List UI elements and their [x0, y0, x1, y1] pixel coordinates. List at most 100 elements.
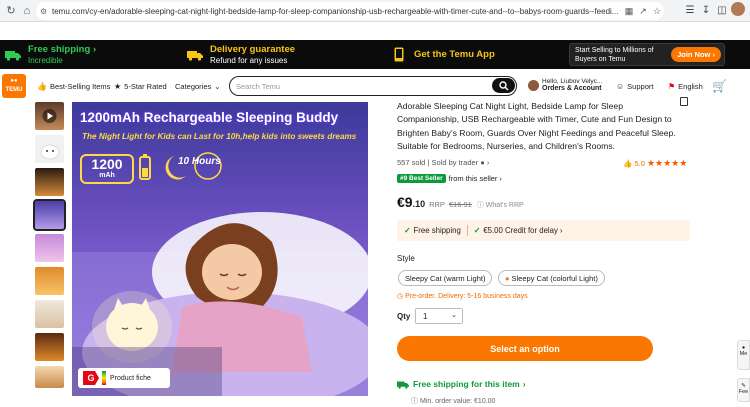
search-button[interactable] — [492, 78, 515, 93]
download-icon[interactable]: ↧ — [698, 5, 714, 16]
select-option-label: Select an option — [490, 343, 560, 354]
rating-summary[interactable]: 👍 5.0 ★★★★★ — [623, 158, 687, 169]
thumbnail-video[interactable] — [35, 102, 64, 130]
delivery-title: Delivery guarantee — [210, 43, 296, 55]
sold-count: 557 sold — [397, 158, 426, 167]
profile-avatar[interactable] — [730, 2, 746, 19]
whats-rrp-link[interactable]: What's RRP — [486, 202, 524, 209]
reload-icon[interactable]: ↻ — [3, 4, 19, 17]
select-option-button[interactable]: Select an option — [397, 336, 653, 361]
share-icon[interactable] — [680, 97, 688, 106]
cart-icon[interactable]: 🛒 — [712, 78, 727, 94]
price-main: €9 — [397, 194, 413, 210]
main-product-image[interactable]: 1200mAh Rechargeable Sleeping Buddy The … — [72, 102, 368, 396]
flame-icon: ● — [505, 273, 510, 283]
site-info-icon[interactable]: ⚙ — [40, 7, 52, 16]
rating-value: 5.0 — [634, 159, 645, 168]
rating-stars-icon: ★★★★★ — [646, 158, 688, 168]
info-icon[interactable]: ⓘ — [477, 202, 484, 209]
clock-icon: ◷ — [397, 293, 404, 300]
energy-label-fiche[interactable]: G Product fiche — [78, 368, 170, 388]
thumbnail-image-selected[interactable] — [33, 199, 66, 231]
free-shipping-item-label: Free shipping for this item — [413, 379, 520, 389]
thumbnail-image[interactable] — [35, 366, 64, 388]
thumb-up-icon: 👍 — [623, 159, 633, 168]
price-row: €9 .10 RRP €16.91 ⓘ What's RRP — [397, 194, 524, 210]
join-now-button[interactable]: Join Now › — [671, 47, 721, 62]
thumbnail-image[interactable] — [35, 333, 64, 361]
free-shipping-sub: Incredible — [28, 55, 63, 65]
chevron-right-icon: › — [522, 379, 526, 389]
home-icon[interactable]: ⌂ — [19, 5, 35, 17]
promo-bar: Free shipping › Incredible Delivery guar… — [0, 40, 750, 69]
side-tool-label: Me — [739, 351, 748, 357]
best-seller-badge: #9 Best Seller — [397, 174, 446, 183]
nav-best-selling[interactable]: 👍 Best-Selling Items — [37, 78, 110, 94]
quantity-select[interactable]: 1 ⌄ — [415, 308, 463, 324]
language-selector[interactable]: ⚑ English — [668, 78, 703, 94]
hours-badge: 10 Hours — [164, 152, 234, 180]
thumbnail-image[interactable] — [35, 234, 64, 262]
side-feedback-button[interactable]: ✎ Fee — [737, 378, 750, 402]
search-bar[interactable]: Search Temu — [229, 76, 517, 96]
divider — [466, 225, 468, 236]
check-icon: ✓ — [404, 226, 411, 235]
temu-logo[interactable]: ●● TEMU — [2, 74, 26, 98]
extensions-icon[interactable]: ☰ — [682, 5, 698, 16]
thumb-up-icon: 👍 — [37, 81, 47, 91]
thumbnail-list — [33, 102, 66, 393]
translate-icon[interactable]: ▦ — [622, 6, 636, 17]
style-option-colorful[interactable]: ● Sleepy Cat (colorful Light) — [498, 270, 605, 286]
orders-account-label: Orders & Account — [542, 85, 602, 92]
thumbnail-image[interactable] — [35, 300, 64, 328]
thumbnail-image[interactable] — [35, 168, 64, 196]
free-shipping-item-link[interactable]: Free shipping for this item › — [397, 379, 526, 389]
style-option-warm[interactable]: Sleepy Cat (warm Light) — [398, 270, 493, 286]
nav-five-star[interactable]: ★ 5-Star Rated — [114, 78, 167, 94]
share-icon[interactable]: ↗ — [636, 6, 650, 17]
best-seller-row[interactable]: #9 Best Seller from this seller › — [397, 174, 502, 183]
promo-get-app[interactable]: Get the Temu App — [390, 40, 495, 69]
language-label: English — [678, 81, 703, 91]
address-bar[interactable]: ⚙ temu.com/cy-en/adorable-sleeping-cat-n… — [36, 2, 664, 20]
nav-best-selling-label: Best-Selling Items — [49, 81, 111, 91]
image-subheadline: The Night Light for Kids can Last for 10… — [82, 132, 357, 141]
chevron-right-icon: › — [499, 174, 502, 183]
best-seller-text: from this seller — [448, 174, 498, 183]
account-menu[interactable]: Hello, Liubov Velyc... Orders & Account — [528, 78, 602, 92]
shipping-benefits[interactable]: ✓ Free shipping ✓ €5.00 Credit for delay… — [397, 220, 690, 241]
sold-info: 557 sold | Sold by trader ● › — [397, 158, 490, 167]
free-shipping-label: Free shipping — [413, 226, 461, 235]
style-label: Style — [397, 254, 415, 263]
search-icon — [498, 80, 508, 90]
sold-by-link[interactable]: Sold by trader — [432, 158, 479, 167]
free-shipping-title: Free shipping — [28, 43, 91, 55]
nav-five-star-label: 5-Star Rated — [124, 81, 167, 91]
style-option-label: Sleepy Cat (colorful Light) — [511, 273, 598, 283]
join-now-label: Join Now — [677, 50, 711, 59]
phone-icon — [390, 47, 408, 63]
nav-categories[interactable]: Categories ⌄ — [175, 78, 221, 94]
promo-free-shipping[interactable]: Free shipping › Incredible — [4, 40, 96, 69]
promo-delivery-guarantee[interactable]: Delivery guarantee Refund for any issues — [186, 40, 295, 69]
split-view-icon[interactable]: ◫ — [714, 5, 730, 16]
thumbnail-image[interactable] — [35, 267, 64, 295]
user-avatar — [528, 79, 539, 91]
truck-icon — [397, 381, 409, 389]
flag-icon: ⚑ — [668, 81, 676, 91]
energy-class-arrow: G — [83, 371, 99, 385]
info-icon: ⓘ — [411, 398, 418, 405]
chevron-right-icon: › — [486, 158, 490, 167]
search-input[interactable]: Search Temu — [236, 82, 280, 91]
bookmark-star-icon[interactable]: ☆ — [650, 6, 664, 17]
browser-toolbar: ↻ ⌂ ⚙ temu.com/cy-en/adorable-sleeping-c… — [0, 0, 750, 22]
seller-icon: ● — [480, 158, 485, 167]
product-fiche-label[interactable]: Product fiche — [110, 375, 151, 382]
side-toolbar-button[interactable]: ● Me — [737, 340, 750, 370]
thumbnail-image[interactable] — [35, 135, 64, 163]
support-label: Support — [627, 81, 654, 91]
min-order-text: Min. order value: €10.00 — [419, 398, 496, 405]
support-link[interactable]: ☺ Support — [616, 78, 653, 94]
nav-categories-label: Categories — [175, 81, 212, 91]
seller-promo-card[interactable]: Start Selling to Millions of Buyers on T… — [569, 43, 725, 66]
